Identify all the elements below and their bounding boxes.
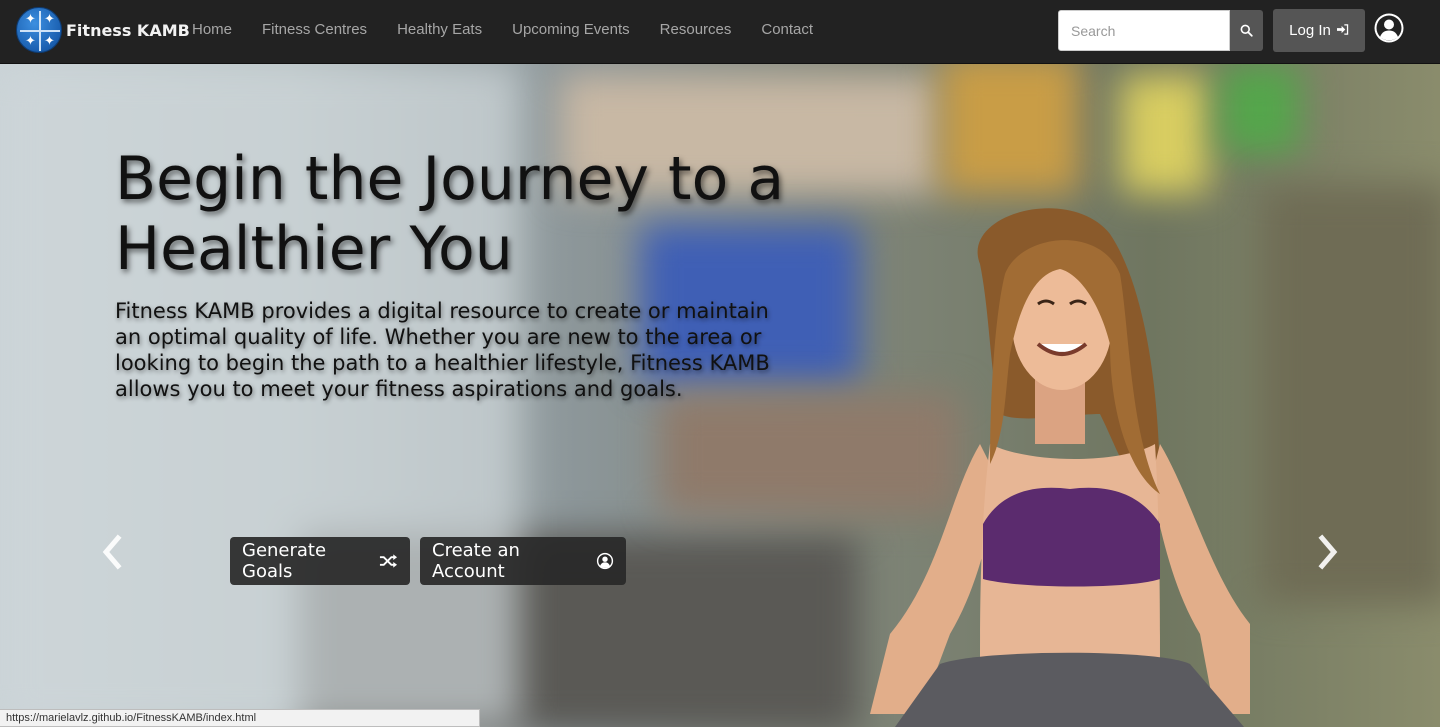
login-icon: [1336, 23, 1349, 38]
login-button[interactable]: Log In: [1273, 9, 1365, 52]
nav-contact[interactable]: Contact: [761, 21, 813, 38]
main-nav: Home Fitness Centres Healthy Eats Upcomi…: [180, 0, 843, 58]
login-label: Log In: [1289, 22, 1331, 39]
brand-name[interactable]: Fitness KAMB: [66, 21, 190, 40]
figure-icon: ✦: [25, 34, 36, 49]
search-input[interactable]: [1058, 10, 1230, 51]
create-account-button[interactable]: Create an Account: [420, 537, 626, 585]
nav-upcoming-events[interactable]: Upcoming Events: [512, 21, 630, 38]
figure-icon: ✦: [25, 12, 36, 27]
nav-healthy-eats[interactable]: Healthy Eats: [397, 21, 482, 38]
logo: ✦ ✦ ✦ ✦: [16, 7, 62, 53]
navbar: ✦ ✦ ✦ ✦ Fitness KAMB Home Fitness Centre…: [0, 0, 1440, 64]
hero-headline: Begin the Journey to a Healthier You: [115, 144, 785, 284]
search-button[interactable]: [1230, 10, 1263, 51]
generate-goals-button[interactable]: Generate Goals: [230, 537, 410, 585]
hero-lead: Fitness KAMB provides a digital resource…: [115, 299, 770, 401]
hero-photo-woman: [870, 208, 1250, 727]
browser-status-bar: https://marielavlz.github.io/FitnessKAMB…: [0, 709, 480, 727]
background-shape: [1220, 64, 1300, 154]
create-account-label: Create an Account: [432, 540, 520, 582]
nav-home[interactable]: Home: [192, 21, 232, 38]
brand[interactable]: ✦ ✦ ✦ ✦ Fitness KAMB: [16, 7, 190, 53]
background-shape: [1120, 74, 1210, 194]
search-icon: [1240, 24, 1253, 37]
background-shape: [940, 64, 1080, 194]
carousel-next-chevron-right-icon[interactable]: [1314, 532, 1344, 572]
carousel-prev-chevron-left-icon[interactable]: [96, 532, 126, 572]
hero-carousel: Begin the Journey to a Healthier You Fit…: [0, 64, 1440, 727]
nav-resources[interactable]: Resources: [660, 21, 732, 38]
generate-goals-label: Generate Goals: [242, 540, 327, 582]
figure-icon: ✦: [44, 12, 55, 27]
figure-icon: ✦: [44, 34, 55, 49]
background-shape: [1260, 184, 1440, 604]
shuffle-icon: [379, 553, 398, 569]
user-circle-icon: [596, 552, 614, 570]
nav-fitness-centres[interactable]: Fitness Centres: [262, 21, 367, 38]
user-icon[interactable]: [1373, 12, 1405, 44]
